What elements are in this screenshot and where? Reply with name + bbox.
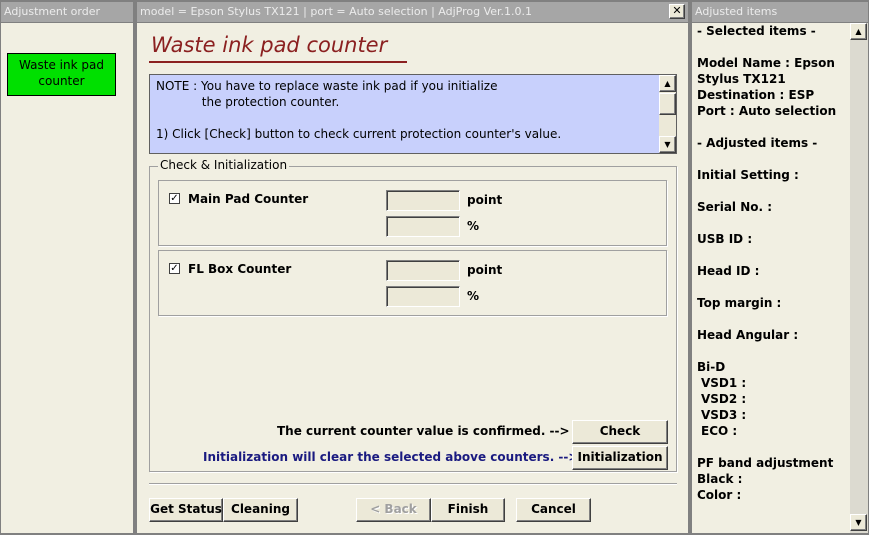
color-label: Color : — [697, 488, 742, 502]
fl-box-point-field — [386, 260, 460, 281]
close-button[interactable]: ✕ — [669, 4, 685, 19]
fl-box-counter-row: ✓ FL Box Counter point % — [158, 250, 667, 316]
fl-box-counter-checkbox[interactable]: ✓ — [169, 263, 180, 274]
confirm-text: The current counter value is confirmed. … — [277, 424, 570, 438]
note-line-2: the protection counter. — [156, 95, 340, 109]
adjustment-item-label-line1: Waste ink pad — [19, 58, 104, 72]
finish-button[interactable]: Finish — [431, 498, 505, 522]
selected-items-header: - Selected items - — [697, 24, 816, 38]
adjusted-items-scrollbar[interactable]: ▲ ▼ — [850, 23, 868, 533]
main-panel: Waste ink pad counter NOTE : You have to… — [137, 23, 688, 533]
initialization-text: Initialization will clear the selected a… — [203, 450, 579, 464]
scroll-up-icon[interactable]: ▲ — [850, 23, 867, 40]
top-margin-label: Top margin : — [697, 296, 782, 310]
title-underline — [149, 61, 407, 63]
main-pad-counter-row: ✓ Main Pad Counter point % — [158, 180, 667, 246]
main-pad-point-field — [386, 190, 460, 211]
main-pad-counter-label: Main Pad Counter — [188, 192, 309, 206]
head-id-label: Head ID : — [697, 264, 760, 278]
cleaning-button[interactable]: Cleaning — [223, 498, 298, 522]
note-line-4: 1) Click [Check] button to check current… — [156, 127, 562, 141]
check-button[interactable]: Check — [572, 420, 668, 444]
vsd1-label: VSD1 : — [701, 376, 747, 390]
cancel-button[interactable]: Cancel — [516, 498, 591, 522]
scroll-down-icon[interactable]: ▼ — [850, 514, 867, 531]
back-button[interactable]: < Back — [356, 498, 431, 522]
get-status-button[interactable]: Get Status — [149, 498, 223, 522]
note-line-1: NOTE : You have to replace waste ink pad… — [156, 79, 498, 93]
fl-box-counter-label: FL Box Counter — [188, 262, 292, 276]
adjusted-items-title: Adjusted items — [692, 2, 868, 22]
scroll-up-icon[interactable]: ▲ — [659, 75, 676, 92]
eco-label: ECO : — [701, 424, 738, 438]
check-initialization-group: Check & Initialization ✓ Main Pad Counte… — [149, 158, 677, 472]
adjusted-items-header: - Adjusted items - — [697, 136, 818, 150]
fl-box-percent-field — [386, 286, 460, 307]
fl-box-percent-unit: % — [467, 289, 480, 303]
group-label: Check & Initialization — [158, 158, 290, 172]
adjustment-order-title: Adjustment order — [1, 2, 133, 22]
main-pad-point-unit: point — [467, 193, 503, 207]
adjusted-items-panel: - Selected items - Model Name : Epson St… — [692, 23, 850, 533]
main-pad-counter-checkbox[interactable]: ✓ — [169, 193, 180, 204]
scroll-thumb[interactable] — [659, 93, 676, 115]
usb-id-label: USB ID : — [697, 232, 753, 246]
black-label: Black : — [697, 472, 743, 486]
window-title: model = Epson Stylus TX121 | port = Auto… — [137, 2, 688, 22]
vsd3-label: VSD3 : — [701, 408, 747, 422]
head-angular-label: Head Angular : — [697, 328, 799, 342]
vsd2-label: VSD2 : — [701, 392, 747, 406]
adjustment-order-panel: Waste ink pad counter — [1, 23, 133, 533]
port-value: Port : Auto selection — [697, 104, 837, 118]
model-name-line2: Stylus TX121 — [697, 72, 786, 86]
footer-divider — [149, 483, 677, 485]
scroll-down-icon[interactable]: ▼ — [659, 136, 676, 153]
main-pad-percent-unit: % — [467, 219, 480, 233]
model-name-line1: Model Name : Epson — [697, 56, 835, 70]
note-box: NOTE : You have to replace waste ink pad… — [149, 74, 677, 154]
fl-box-point-unit: point — [467, 263, 503, 277]
initial-setting-label: Initial Setting : — [697, 168, 799, 182]
serial-no-label: Serial No. : — [697, 200, 773, 214]
note-scrollbar[interactable]: ▲ ▼ — [659, 75, 676, 153]
page-title: Waste ink pad counter — [151, 33, 388, 57]
adjustment-item-label-line2: counter — [38, 74, 85, 88]
bid-label: Bi-D — [697, 360, 726, 374]
destination-value: Destination : ESP — [697, 88, 815, 102]
initialization-button[interactable]: Initialization — [572, 446, 668, 470]
note-line-3 — [156, 110, 654, 126]
note-text: NOTE : You have to replace waste ink pad… — [156, 78, 654, 142]
pf-band-label: PF band adjustment — [697, 456, 834, 470]
main-pad-percent-field — [386, 216, 460, 237]
adjustment-item-waste-ink-pad-counter[interactable]: Waste ink pad counter — [7, 53, 116, 96]
close-icon: ✕ — [672, 4, 682, 17]
